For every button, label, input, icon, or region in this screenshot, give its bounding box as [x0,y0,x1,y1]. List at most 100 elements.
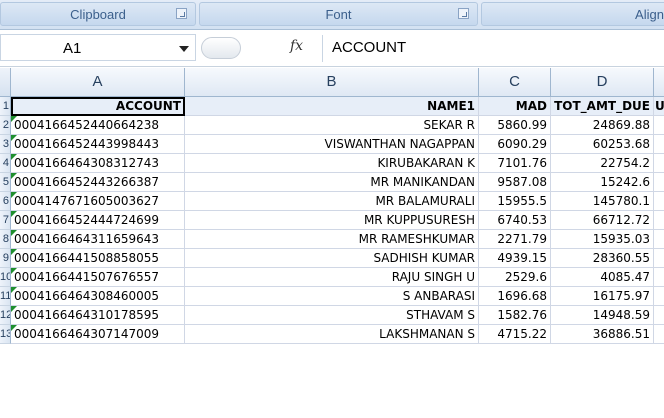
table-cell-tot[interactable]: 16175.97 [551,287,654,306]
table-cell-name[interactable]: MR MANIKANDAN [185,173,479,192]
table-cell-account[interactable]: 0004166464310178595 [11,306,185,325]
table-cell-account[interactable]: 0004166464307147009 [11,325,185,344]
table-cell-mad[interactable]: 1582.76 [479,306,551,325]
header-cell-account[interactable]: ACCOUNT [11,97,185,116]
table-cell-account[interactable]: 0004166464308312743 [11,154,185,173]
select-all-corner[interactable] [0,68,11,97]
table-cell-mad[interactable]: 4715.22 [479,325,551,344]
table-cell-account[interactable]: 0004166452444724699 [11,211,185,230]
table-cell-tot[interactable]: 145780.1 [551,192,654,211]
row-header[interactable]: 4 [0,154,11,173]
table-cell-account[interactable]: 0004166452440664238 [11,116,185,135]
row-header[interactable]: 1 [0,97,11,116]
header-cell-tot[interactable]: TOT_AMT_DUE [551,97,654,116]
table-cell-tot[interactable]: 15935.03 [551,230,654,249]
table-cell-mad[interactable]: 2529.6 [479,268,551,287]
table-cell-name[interactable]: STHAVAM S [185,306,479,325]
insert-function-icon[interactable]: fx [290,38,303,54]
column-header-d[interactable]: D [551,68,654,97]
header-cell-overflow[interactable]: U [654,97,664,116]
row-header[interactable]: 11 [0,287,11,306]
cell-text: 0004166441507676557 [14,270,160,284]
table-cell-name[interactable]: RAJU SINGH U [185,268,479,287]
table-cell-e[interactable] [654,249,664,268]
table-cell-e[interactable] [654,154,664,173]
row-header[interactable]: 12 [0,306,11,325]
chevron-down-icon[interactable] [179,46,189,52]
header-cell-mad[interactable]: MAD [479,97,551,116]
cell-text: 0004166452443998443 [14,137,160,151]
table-cell-mad[interactable]: 15955.5 [479,192,551,211]
table-cell-account[interactable]: 0004166441508858055 [11,249,185,268]
ribbon-group-label: Font [325,7,352,22]
table-cell-tot[interactable]: 15242.6 [551,173,654,192]
table-cell-tot[interactable]: 28360.55 [551,249,654,268]
table-cell-name[interactable]: KIRUBAKARAN K [185,154,479,173]
table-cell-account[interactable]: 0004166464311659643 [11,230,185,249]
column-header-c[interactable]: C [479,68,551,97]
row-header[interactable]: 13 [0,325,11,344]
table-cell-mad[interactable]: 5860.99 [479,116,551,135]
row-header[interactable]: 2 [0,116,11,135]
table-cell-name[interactable]: MR KUPPUSURESH [185,211,479,230]
table-cell-account[interactable]: 0004166452443998443 [11,135,185,154]
table-cell-e[interactable] [654,192,664,211]
table-cell-mad[interactable]: 9587.08 [479,173,551,192]
table-cell-e[interactable] [654,135,664,154]
error-indicator-icon [11,325,17,331]
error-indicator-icon [11,268,17,274]
table-cell-name[interactable]: LAKSHMANAN S [185,325,479,344]
table-cell-name[interactable]: MR BALAMURALI [185,192,479,211]
table-cell-mad[interactable]: 6090.29 [479,135,551,154]
dialog-launcher-icon[interactable] [458,8,469,19]
table-cell-e[interactable] [654,116,664,135]
table-cell-e[interactable] [654,325,664,344]
row-header[interactable]: 3 [0,135,11,154]
dialog-launcher-icon[interactable] [176,8,187,19]
table-cell-name[interactable]: S ANBARASI [185,287,479,306]
row-header[interactable]: 8 [0,230,11,249]
table-cell-tot[interactable]: 22754.2 [551,154,654,173]
table-cell-e[interactable] [654,211,664,230]
table-cell-tot[interactable]: 66712.72 [551,211,654,230]
column-header-b[interactable]: B [185,68,479,97]
table-cell-mad[interactable]: 4939.15 [479,249,551,268]
table-cell-name[interactable]: MR RAMESHKUMAR [185,230,479,249]
header-cell-name[interactable]: NAME1 [185,97,479,116]
table-cell-e[interactable] [654,173,664,192]
row-header[interactable]: 10 [0,268,11,287]
column-header-a[interactable]: A [11,68,185,97]
table-cell-name[interactable]: VISWANTHAN NAGAPPAN [185,135,479,154]
formula-input[interactable]: ACCOUNT [322,35,664,62]
table-cell-account[interactable]: 0004166441507676557 [11,268,185,287]
table-cell-tot[interactable]: 24869.88 [551,116,654,135]
name-box-value: A1 [63,40,82,57]
column-header-e[interactable] [654,68,664,97]
table-cell-e[interactable] [654,230,664,249]
table-cell-e[interactable] [654,268,664,287]
row-header[interactable]: 6 [0,192,11,211]
grip-oval-icon [201,37,241,59]
row-header[interactable]: 7 [0,211,11,230]
table-cell-account[interactable]: 0004166452443266387 [11,173,185,192]
table-cell-e[interactable] [654,287,664,306]
table-cell-mad[interactable]: 6740.53 [479,211,551,230]
table-cell-mad[interactable]: 1696.68 [479,287,551,306]
name-box[interactable]: A1 [0,34,196,61]
table-cell-tot[interactable]: 4085.47 [551,268,654,287]
error-indicator-icon [11,135,17,141]
table-cell-e[interactable] [654,306,664,325]
table-cell-tot[interactable]: 36886.51 [551,325,654,344]
error-indicator-icon [11,230,17,236]
table-cell-account[interactable]: 0004147671605003627 [11,192,185,211]
table-cell-name[interactable]: SADHISH KUMAR [185,249,479,268]
row-header[interactable]: 5 [0,173,11,192]
table-cell-tot[interactable]: 60253.68 [551,135,654,154]
table-cell-account[interactable]: 0004166464308460005 [11,287,185,306]
table-cell-name[interactable]: SEKAR R [185,116,479,135]
table-cell-mad[interactable]: 7101.76 [479,154,551,173]
table-cell-tot[interactable]: 14948.59 [551,306,654,325]
table-cell-mad[interactable]: 2271.79 [479,230,551,249]
row-header[interactable]: 9 [0,249,11,268]
worksheet-grid[interactable]: A B C D 1 ACCOUNT NAME1 MAD TOT_AMT_DUE U 2 000… [0,68,664,418]
